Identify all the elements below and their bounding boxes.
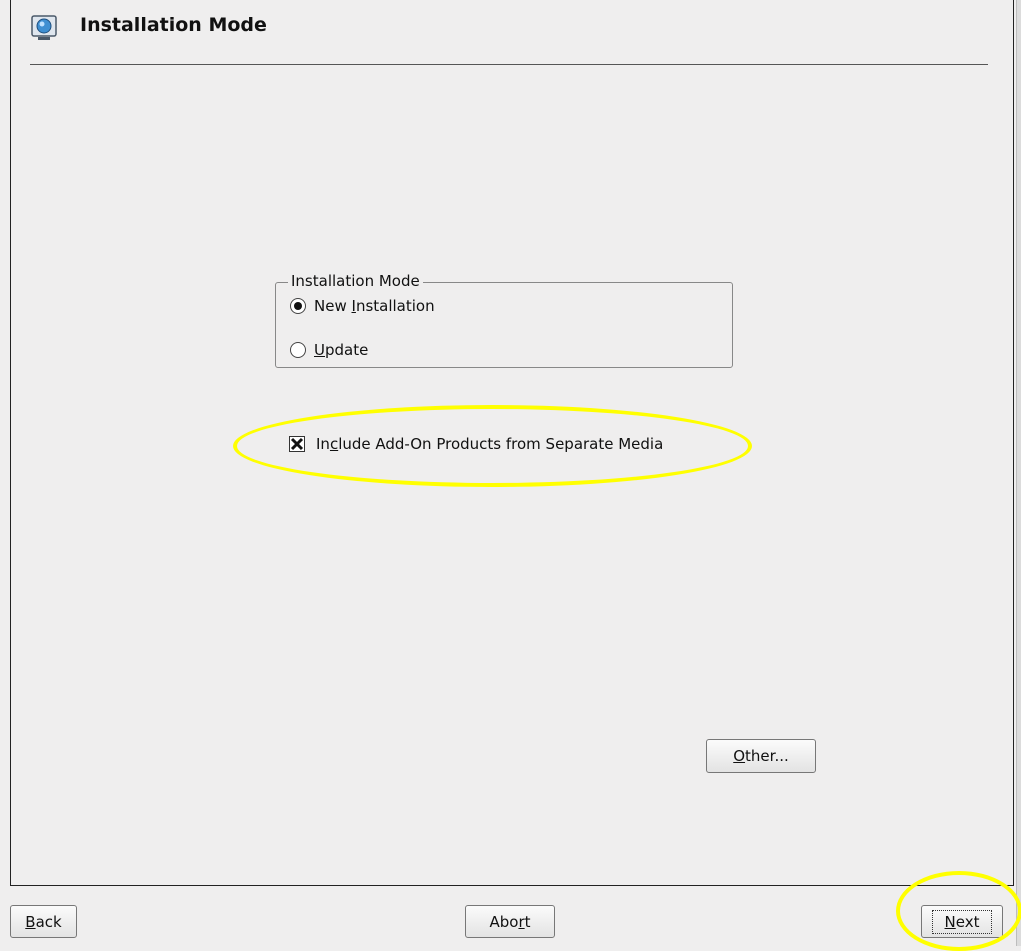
include-addon-label: Include Add-On Products from Separate Me… — [316, 435, 664, 453]
page-title: Installation Mode — [80, 14, 267, 36]
radio-update[interactable]: Update — [290, 341, 368, 359]
installer-icon — [31, 15, 57, 40]
installation-mode-group: Installation Mode New Installation Updat… — [275, 272, 733, 368]
other-button[interactable]: Other... — [706, 739, 816, 773]
check-x-icon — [290, 437, 304, 451]
group-legend: Installation Mode — [288, 272, 423, 290]
header-divider — [30, 64, 988, 65]
abort-button[interactable]: Abo r t — [465, 905, 555, 938]
include-addon-checkbox-row[interactable]: Include Add-On Products from Separate Me… — [289, 435, 663, 453]
next-button[interactable]: Next — [921, 905, 1003, 938]
focus-ring: Next — [931, 909, 993, 934]
back-button[interactable]: Back — [10, 905, 77, 938]
new-installation-label: New Installation — [314, 297, 435, 315]
window-edge — [1016, 0, 1021, 946]
radio-new-installation[interactable]: New Installation — [290, 297, 435, 315]
include-addon-checkbox[interactable] — [289, 436, 305, 452]
radio-button-unselected[interactable] — [290, 342, 306, 358]
radio-button-selected[interactable] — [290, 298, 306, 314]
update-label: Update — [314, 341, 369, 359]
